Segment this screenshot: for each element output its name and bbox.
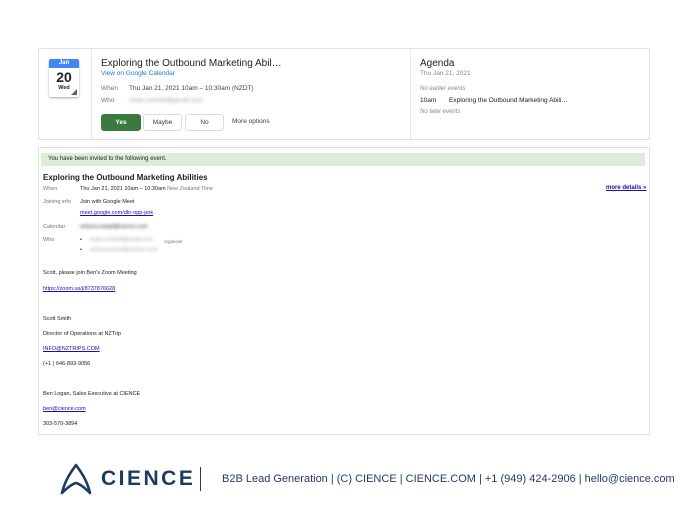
zoom-link[interactable]: https://zoom.us/j/8737876628 xyxy=(43,286,115,292)
cience-logo-icon xyxy=(60,463,92,495)
when-label: When xyxy=(101,85,118,92)
agenda-event-time: 10am xyxy=(420,97,437,104)
calendar-label: Calendar xyxy=(43,224,66,230)
who-value: kotas.remehf@gmail.com xyxy=(129,97,203,104)
view-on-google-calendar-link[interactable]: View on Google Calendar xyxy=(101,70,175,77)
ben-email-link[interactable]: ben@cience.com xyxy=(43,406,86,412)
agenda-event-title[interactable]: Exploring the Outbound Marketing Abili… xyxy=(449,97,568,104)
joining-info-label: Joining info xyxy=(43,199,71,205)
footer-divider xyxy=(200,467,201,491)
ben-phone: 303-570-3894 xyxy=(43,421,78,427)
meeting-intro: Scott, please join Ben's Zoom Meeting xyxy=(43,270,137,276)
who-label: Who xyxy=(101,97,115,104)
signature-name: Scott Smith xyxy=(43,316,72,322)
calendar-icon-day: 20 xyxy=(56,69,72,85)
more-details-link[interactable]: more details » xyxy=(606,185,646,191)
calendar-icon-month: Jan xyxy=(49,59,79,68)
calendar-value: selsess.kslaaf@cience.com xyxy=(80,224,148,230)
list-bullet: • xyxy=(80,237,82,243)
agenda-date: Thu Jan 21, 2021 xyxy=(420,70,471,77)
divider xyxy=(410,49,411,139)
event-title: Exploring the Outbound Marketing Abil… xyxy=(101,58,282,69)
email-event-title: Exploring the Outbound Marketing Abiliti… xyxy=(43,173,208,182)
rsvp-yes-button[interactable]: Yes xyxy=(101,114,141,131)
signature-phone: (+1 ) 646-893-9056 xyxy=(43,361,91,367)
meet-link[interactable]: meet.google.com/dkr-npp-pok xyxy=(80,210,153,216)
list-bullet: • xyxy=(80,247,82,253)
joining-info-value: Join with Google Meet xyxy=(80,199,135,205)
more-options-button[interactable]: More options xyxy=(232,118,270,125)
guest-email[interactable]: selsess.kslaaf@cience.com xyxy=(90,247,158,253)
invite-card: Jan 20 Wed Exploring the Outbound Market… xyxy=(38,48,650,140)
signature-title: Director of Operations at NZTrip xyxy=(43,331,122,337)
agenda-no-later: No later events xyxy=(420,109,461,115)
footer-tagline: B2B Lead Generation | (C) CIENCE | CIENC… xyxy=(222,473,675,485)
organizer-tag: organizer xyxy=(164,239,183,244)
rsvp-no-button[interactable]: No xyxy=(185,114,224,131)
agenda-no-earlier: No earlier events xyxy=(420,86,466,92)
page-fold-icon xyxy=(71,89,77,95)
divider xyxy=(91,49,92,139)
when-time: Thu Jan 21, 2021 10am – 10:30am xyxy=(80,186,166,192)
rsvp-maybe-button[interactable]: Maybe xyxy=(143,114,182,131)
ben-signature-line: Ben Logan, Sales Executive at CIENCE xyxy=(43,391,141,397)
when-value: Thu Jan 21, 2021 10am – 10:30am New Zeal… xyxy=(80,186,213,192)
guest-email[interactable]: kotas.remehf@bmail.com xyxy=(90,237,152,243)
when-timezone: New Zealand Time xyxy=(167,186,214,192)
when-label: When xyxy=(43,186,58,192)
invitation-banner: You have been invited to the following e… xyxy=(41,153,645,166)
cience-logo-text: CIENCE xyxy=(101,467,196,490)
who-label: Who xyxy=(43,237,55,243)
when-value: Thu Jan 21, 2021 10am – 10:30am (NZDT) xyxy=(129,85,254,92)
signature-email-link[interactable]: INFO@NZTRIPS.COM xyxy=(43,346,100,352)
calendar-date-icon: Jan 20 Wed xyxy=(49,59,79,97)
agenda-title: Agenda xyxy=(420,58,455,69)
email-body: You have been invited to the following e… xyxy=(38,147,650,435)
